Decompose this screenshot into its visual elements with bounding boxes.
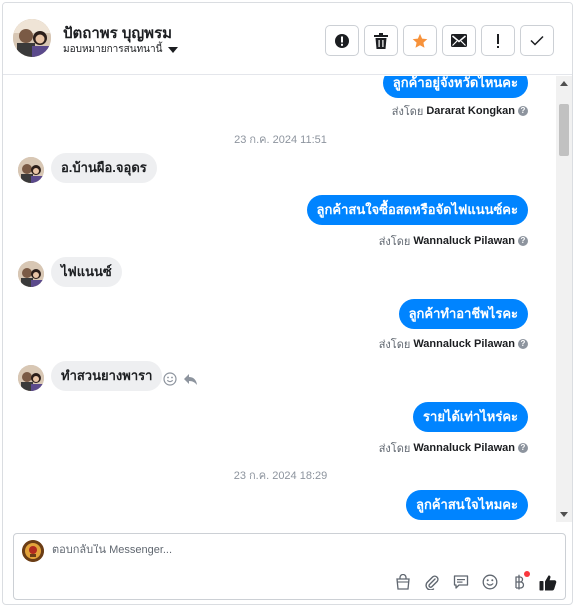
sent-by-prefix: ส่งโดย xyxy=(378,236,411,248)
info-icon[interactable]: ? xyxy=(518,106,528,116)
star-button[interactable] xyxy=(403,25,437,56)
incoming-message[interactable]: อ.บ้านผือ.จอุดร xyxy=(51,153,157,183)
sent-by-line: ส่งโดย Wannaluck Pilawan ? xyxy=(379,232,528,250)
page-avatar xyxy=(22,540,44,562)
outgoing-message[interactable]: ลูกค้าสนใจซื้อสดหรือจัดไฟแนนซ์คะ xyxy=(306,195,528,225)
sent-by-prefix: ส่งโดย xyxy=(378,339,411,351)
spam-button[interactable] xyxy=(325,25,359,56)
star-icon xyxy=(412,33,428,48)
attachment-icon xyxy=(425,575,439,590)
sent-by-line: ส่งโดย Dararat Kongkan ? xyxy=(392,102,528,120)
payment-button[interactable] xyxy=(510,571,530,591)
info-icon[interactable]: ? xyxy=(518,236,528,246)
baht-payment-icon xyxy=(515,574,525,590)
saved-replies-icon xyxy=(453,575,469,589)
trash-icon xyxy=(374,32,388,49)
reply-icon[interactable] xyxy=(183,373,198,386)
reply-input[interactable] xyxy=(52,544,452,556)
delete-button[interactable] xyxy=(364,25,398,56)
emoji-button[interactable] xyxy=(481,573,499,591)
emoji-react-icon[interactable] xyxy=(163,372,177,386)
sender-name[interactable]: Wannaluck Pilawan xyxy=(413,338,515,350)
saved-replies-button[interactable] xyxy=(452,573,470,591)
message-scrollbar[interactable] xyxy=(556,76,572,522)
composer-tools xyxy=(394,571,557,591)
sender-name[interactable]: Wannaluck Pilawan xyxy=(413,442,515,454)
caret-down-icon xyxy=(168,46,179,53)
shop-button[interactable] xyxy=(394,573,412,591)
outgoing-message[interactable]: ลูกค้าทำอาชีพไรคะ xyxy=(398,299,528,329)
info-icon[interactable]: ? xyxy=(518,443,528,453)
assign-conversation-dropdown[interactable]: มอบหมายการสนทนานี้ xyxy=(63,42,179,57)
attach-button[interactable] xyxy=(423,573,441,591)
follow-up-button[interactable] xyxy=(481,25,515,56)
sent-by-prefix: ส่งโดย xyxy=(391,106,424,118)
scroll-down-arrow-icon[interactable] xyxy=(560,512,568,517)
incoming-message[interactable]: ไฟแนนซ์ xyxy=(51,257,122,287)
outgoing-message[interactable]: รายได้เท่าไหร่คะ xyxy=(413,402,528,432)
contact-avatar-small[interactable] xyxy=(18,365,44,391)
timestamp: 23 ก.ค. 2024 11:51 xyxy=(234,134,327,146)
conversation-actions xyxy=(325,25,554,56)
mark-unread-button[interactable] xyxy=(442,25,476,56)
alert-circle-icon xyxy=(335,33,349,48)
reply-composer xyxy=(13,533,566,600)
message-thread: ลูกค้าอยู่จังหวัดไหนคะ ส่งโดย Dararat Ko… xyxy=(3,76,558,522)
like-send-button[interactable] xyxy=(539,573,557,591)
sender-name[interactable]: Wannaluck Pilawan xyxy=(413,235,515,247)
notification-dot xyxy=(524,571,530,577)
info-icon[interactable]: ? xyxy=(518,339,528,349)
mark-done-button[interactable] xyxy=(520,25,554,56)
sender-name[interactable]: Dararat Kongkan xyxy=(426,105,515,117)
outgoing-message[interactable]: ลูกค้าอยู่จังหวัดไหนคะ xyxy=(382,76,528,98)
outgoing-message[interactable]: ลูกค้าสนใจไหมคะ xyxy=(406,490,528,520)
contact-avatar-small[interactable] xyxy=(18,157,44,183)
sent-by-line: ส่งโดย Wannaluck Pilawan ? xyxy=(379,335,528,353)
message-hover-actions xyxy=(163,372,198,386)
emoji-icon xyxy=(482,574,498,590)
mail-icon xyxy=(451,34,467,47)
thumbs-up-icon xyxy=(539,574,557,590)
incoming-message[interactable]: ทำสวนยางพารา xyxy=(51,361,163,391)
assign-label: มอบหมายการสนทนานี้ xyxy=(63,44,163,55)
scroll-thumb[interactable] xyxy=(559,104,569,156)
timestamp: 23 ก.ค. 2024 18:29 xyxy=(233,470,328,482)
conversation-header: ปัตถาพร บุญพรม มอบหมายการสนทนานี้ xyxy=(3,3,572,75)
scroll-up-arrow-icon[interactable] xyxy=(560,81,568,86)
inbox-conversation-panel: ปัตถาพร บุญพรม มอบหมายการสนทนานี้ ลูกค้า… xyxy=(2,2,573,605)
sent-by-prefix: ส่งโดย xyxy=(378,443,411,455)
exclamation-icon xyxy=(497,33,499,48)
shop-icon xyxy=(396,574,410,590)
check-icon xyxy=(530,35,544,46)
sent-by-line: ส่งโดย Wannaluck Pilawan ? xyxy=(379,439,528,457)
contact-avatar[interactable] xyxy=(13,19,51,57)
contact-avatar-small[interactable] xyxy=(18,261,44,287)
